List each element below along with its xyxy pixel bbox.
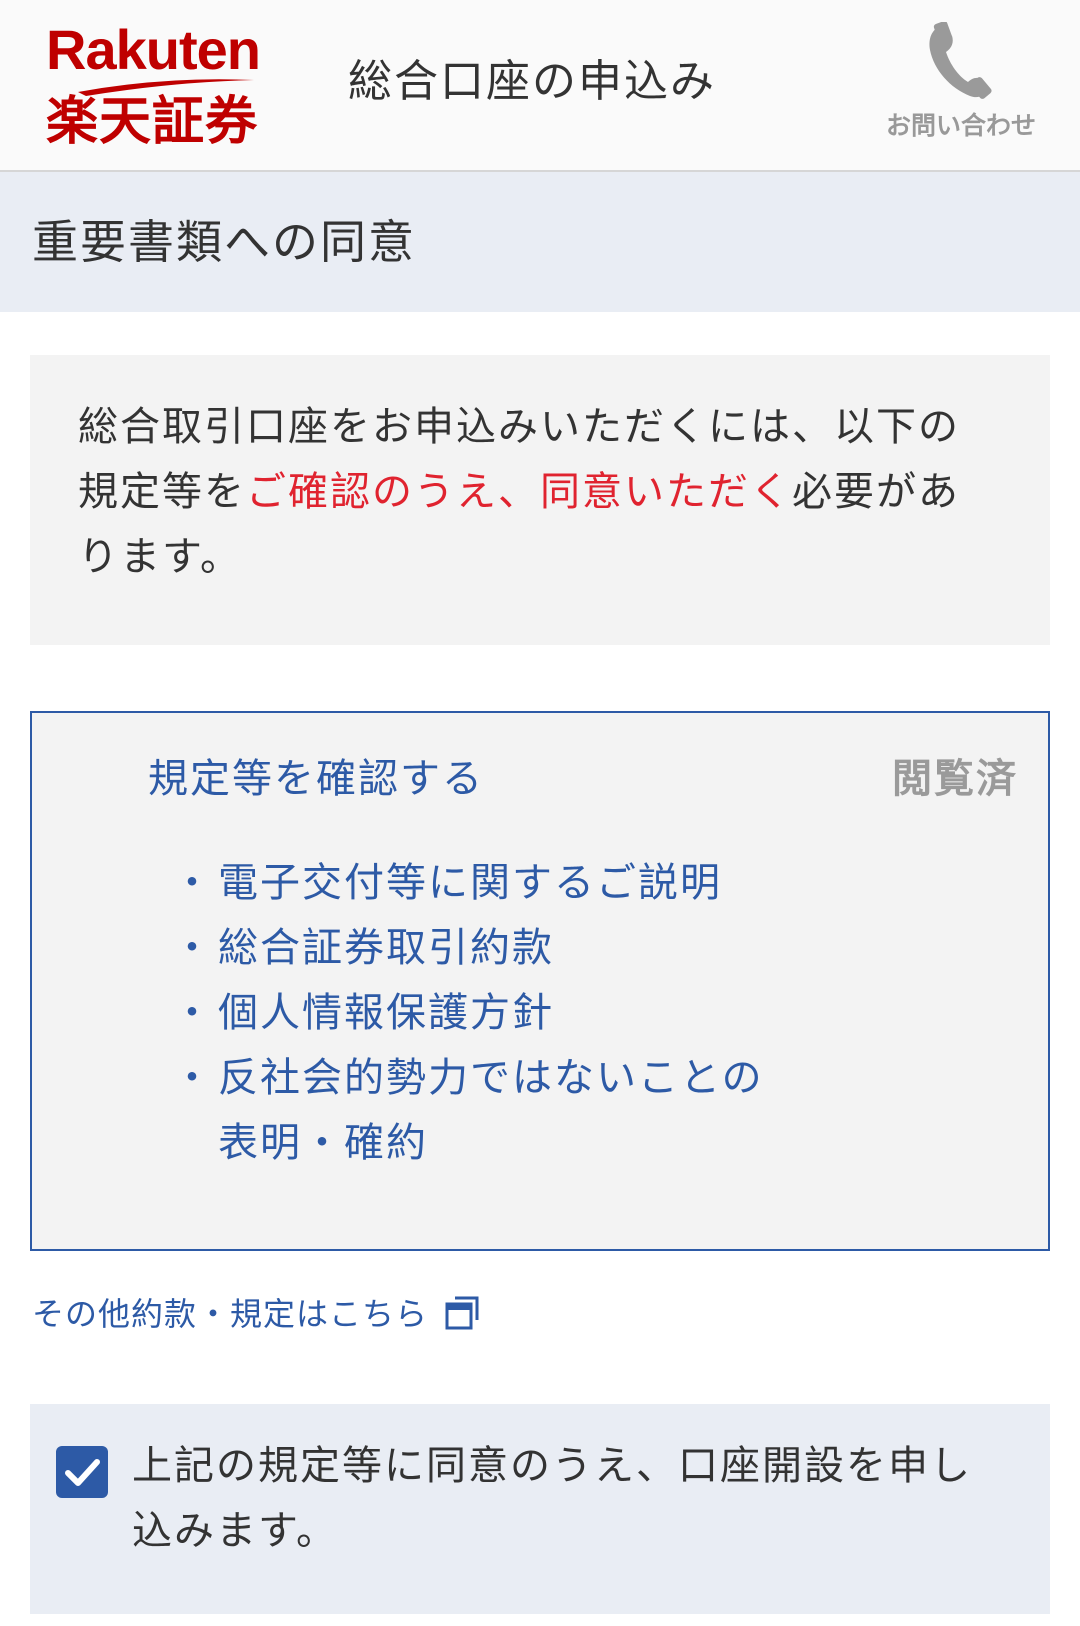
- agree-checkbox[interactable]: [56, 1446, 108, 1498]
- other-terms-label: その他約款・規定はこちら: [32, 1295, 429, 1333]
- document-item[interactable]: ・ 電子交付等に関するご説明: [172, 851, 778, 916]
- agree-label[interactable]: 上記の規定等に同意のうえ、口座開設を申し込みます。: [132, 1434, 1012, 1564]
- contact-button[interactable]: お問い合わせ: [876, 18, 1046, 148]
- agreement-box: 上記の規定等に同意のうえ、口座開設を申し込みます。: [30, 1404, 1050, 1614]
- bullet: ・: [172, 990, 214, 1036]
- notice-box: 総合取引口座をお申込みいただくには、以下の規定等をご確認のうえ、同意いただく必要…: [30, 355, 1050, 645]
- notice-emphasis-agree: 同意いただく: [540, 469, 792, 515]
- checkmark-icon: [65, 1459, 100, 1486]
- bullet: ・: [172, 860, 214, 906]
- section-header: 重要書類への同意: [0, 172, 1080, 312]
- document-item[interactable]: ・ 総合証券取引約款: [172, 916, 778, 981]
- document-item-label: 反社会的勢力ではないことの表明・確約: [218, 1055, 764, 1166]
- document-item[interactable]: ・ 反社会的勢力ではないことの表明・確約: [172, 1046, 778, 1176]
- external-window-icon: [445, 1296, 479, 1330]
- page-title: 総合口座の申込み: [348, 56, 716, 107]
- logo-wordmark: Rakuten: [46, 18, 261, 81]
- document-item[interactable]: ・ 個人情報保護方針: [172, 981, 778, 1046]
- app-header: Rakuten 楽天証券 総合口座の申込み お問い合わせ: [0, 0, 1080, 172]
- other-terms-link[interactable]: その他約款・規定はこちら: [32, 1290, 479, 1338]
- viewed-status: 閲覧済: [892, 756, 1018, 802]
- document-item-label: 電子交付等に関するご説明: [218, 860, 722, 906]
- bullet: ・: [172, 1055, 214, 1101]
- bullet: ・: [172, 925, 214, 971]
- section-title: 重要書類への同意: [32, 215, 416, 269]
- documents-list: ・ 電子交付等に関するご説明 ・ 総合証券取引約款 ・ 個人情報保護方針 ・ 反…: [172, 851, 778, 1176]
- document-item-label: 総合証券取引約款: [218, 925, 554, 971]
- document-item-label: 個人情報保護方針: [218, 990, 554, 1036]
- rakuten-securities-logo[interactable]: Rakuten 楽天証券: [46, 18, 276, 153]
- phone-icon: [929, 22, 992, 99]
- review-documents-link[interactable]: 規定等を確認する: [148, 751, 484, 807]
- notice-emphasis-confirm: ご確認のうえ、: [246, 469, 540, 515]
- contact-label: お問い合わせ: [885, 111, 1036, 140]
- logo-kanji: 楽天証券: [46, 92, 259, 152]
- documents-box: 規定等を確認する 閲覧済 ・ 電子交付等に関するご説明 ・ 総合証券取引約款 ・…: [30, 711, 1050, 1251]
